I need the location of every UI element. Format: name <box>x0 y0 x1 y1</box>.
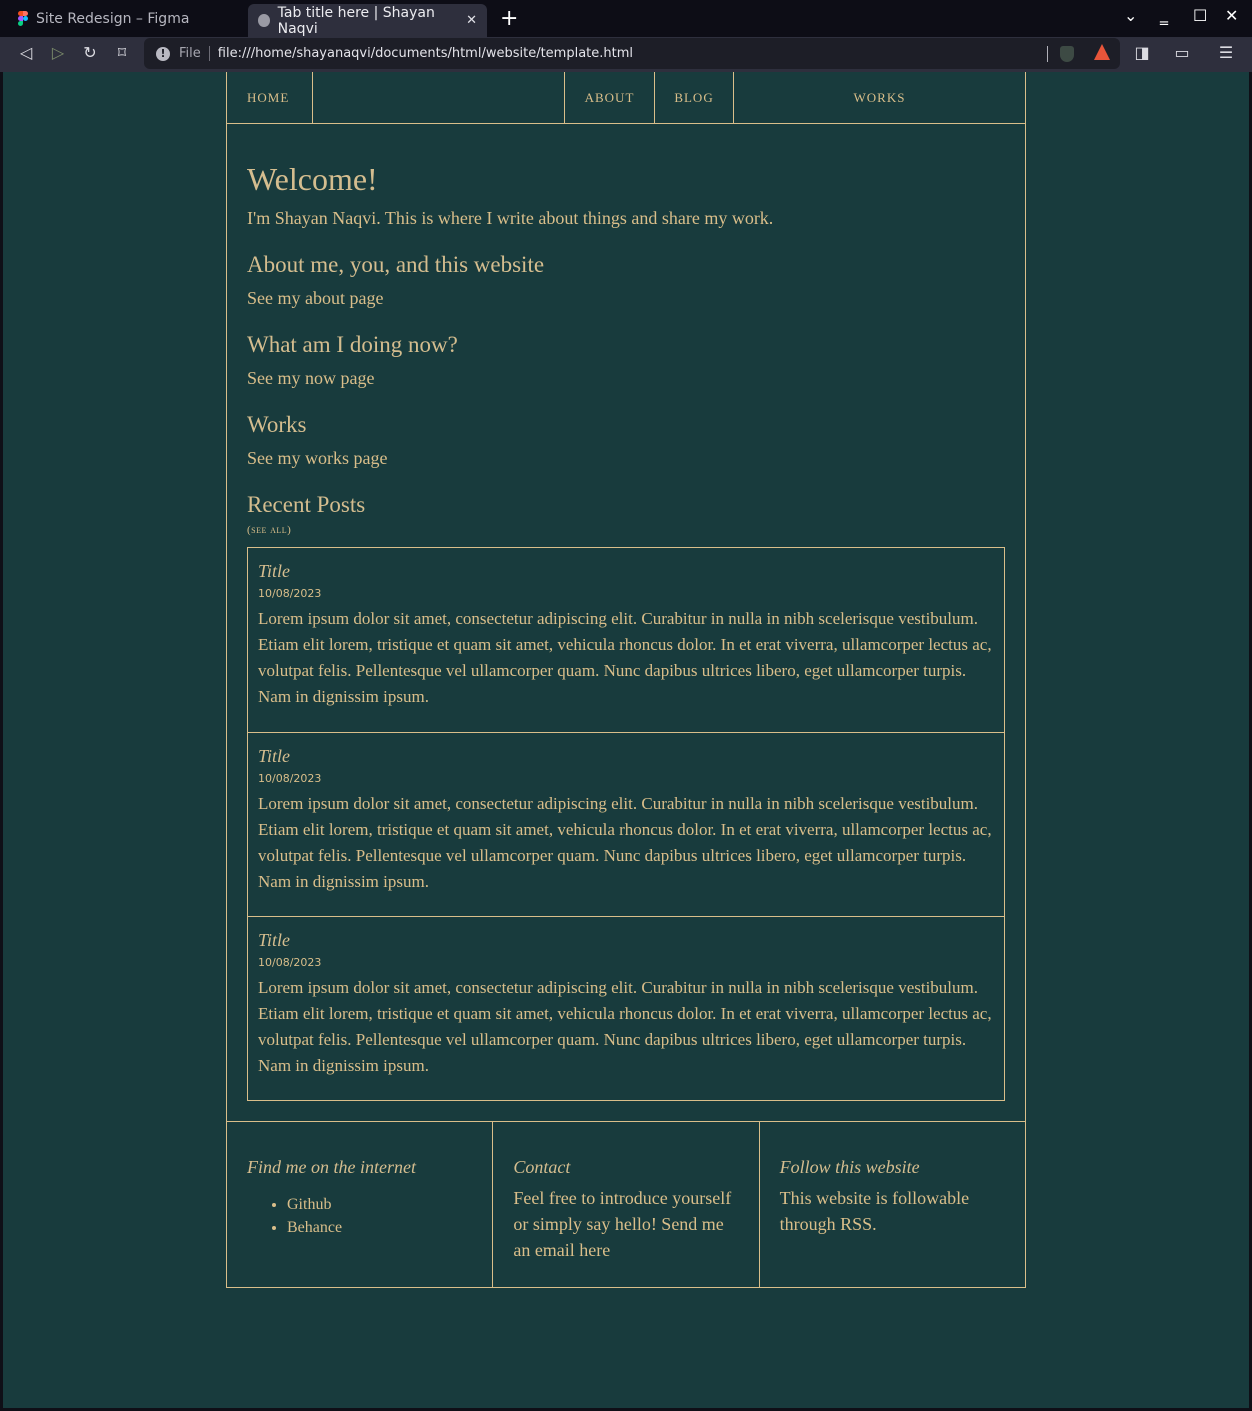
section-heading-works: Works <box>247 412 307 437</box>
address-bar-divider <box>1047 46 1048 62</box>
post-date: 10/08/2023 <box>258 587 322 600</box>
tab-figma[interactable]: Site Redesign – Figma <box>8 5 238 33</box>
social-links: Github Behance <box>247 1193 472 1239</box>
post-item: Title 10/08/2023 Lorem ipsum dolor sit a… <box>248 732 1004 916</box>
post-date: 10/08/2023 <box>258 772 322 785</box>
site-footer: Find me on the internet Github Behance C… <box>226 1121 1026 1288</box>
brave-shields-icon[interactable] <box>1060 46 1074 62</box>
page-title: Welcome! <box>247 161 378 197</box>
tab-site[interactable]: Tab title here | Shayan Naqvi ✕ <box>248 4 487 37</box>
works-page-link[interactable]: See my works page <box>247 446 1005 470</box>
social-link-item: Github <box>287 1193 472 1216</box>
wallet-icon[interactable]: ▭ <box>1171 43 1193 62</box>
forward-icon[interactable]: ▷ <box>47 43 69 62</box>
nav-spacer <box>313 72 565 123</box>
bookmark-icon[interactable]: ⌑ <box>111 43 133 62</box>
see-all-posts-link[interactable]: (see all) <box>247 524 1005 536</box>
browser-tab-bar: Site Redesign – Figma Tab title here | S… <box>0 0 1252 37</box>
section-heading-now: What am I doing now? <box>247 332 458 357</box>
nav-about[interactable]: ABOUT <box>565 72 655 123</box>
footer-internet-heading: Find me on the internet <box>247 1157 416 1177</box>
tab-title: Site Redesign – Figma <box>36 11 190 27</box>
github-link[interactable]: Github <box>287 1196 331 1213</box>
social-link-item: Behance <box>287 1216 472 1239</box>
minimize-icon[interactable]: ‗ <box>1160 6 1168 25</box>
recent-posts-heading: Recent Posts <box>247 492 366 517</box>
plus-icon[interactable]: + <box>500 6 518 31</box>
post-item: Title 10/08/2023 Lorem ipsum dolor sit a… <box>248 548 1004 732</box>
nav-blog[interactable]: BLOG <box>655 72 734 123</box>
info-icon[interactable]: ! <box>156 46 170 61</box>
brave-rewards-icon[interactable] <box>1094 44 1110 60</box>
behance-link[interactable]: Behance <box>287 1219 342 1236</box>
tab-close-icon[interactable]: ✕ <box>466 13 477 28</box>
maximize-icon[interactable]: ☐ <box>1193 6 1207 25</box>
footer-internet: Find me on the internet Github Behance <box>227 1122 492 1287</box>
post-title[interactable]: Title <box>258 929 994 951</box>
post-excerpt: Lorem ipsum dolor sit amet, consectetur … <box>258 978 992 1075</box>
figma-icon <box>18 11 28 27</box>
url-text[interactable]: file:///home/shayanaqvi/documents/html/w… <box>218 46 633 61</box>
post-item: Title 10/08/2023 Lorem ipsum dolor sit a… <box>248 916 1004 1100</box>
page-viewport: HOME ABOUT BLOG WORKS Welcome! I'm Shaya… <box>3 72 1249 1408</box>
reload-icon[interactable]: ↻ <box>79 43 101 62</box>
back-icon[interactable]: ◁ <box>15 43 37 62</box>
address-bar[interactable]: ! File file:///home/shayanaqvi/documents… <box>144 38 1120 69</box>
footer-follow: Follow this website This website is foll… <box>758 1122 1025 1287</box>
about-page-link[interactable]: See my about page <box>247 286 1005 310</box>
browser-toolbar: ◁ ▷ ↻ ⌑ ! File file:///home/shayanaqvi/d… <box>0 37 1252 72</box>
site-container: HOME ABOUT BLOG WORKS Welcome! I'm Shaya… <box>226 72 1026 1288</box>
post-excerpt: Lorem ipsum dolor sit amet, consectetur … <box>258 609 992 706</box>
posts-list: Title 10/08/2023 Lorem ipsum dolor sit a… <box>247 547 1005 1101</box>
footer-contact-heading: Contact <box>513 1157 571 1177</box>
footer-contact: Contact Feel free to introduce yourself … <box>492 1122 758 1287</box>
section-heading-about: About me, you, and this website <box>247 252 545 277</box>
chevron-down-icon[interactable]: ⌄ <box>1124 6 1137 25</box>
menu-icon[interactable]: ☰ <box>1215 43 1237 62</box>
post-title[interactable]: Title <box>258 745 994 767</box>
post-title[interactable]: Title <box>258 560 994 582</box>
nav-home[interactable]: HOME <box>227 72 313 123</box>
footer-follow-text[interactable]: This website is followable through RSS. <box>780 1185 1005 1237</box>
close-icon[interactable]: ✕ <box>1225 6 1238 25</box>
post-date: 10/08/2023 <box>258 956 322 969</box>
now-page-link[interactable]: See my now page <box>247 366 1005 390</box>
nav-works[interactable]: WORKS <box>734 72 1025 123</box>
url-scheme-label: File <box>179 46 210 61</box>
intro-text: I'm Shayan Naqvi. This is where I write … <box>247 208 774 228</box>
sidebar-icon[interactable]: ◨ <box>1131 43 1153 62</box>
footer-contact-text[interactable]: Feel free to introduce yourself or simpl… <box>513 1185 738 1263</box>
post-excerpt: Lorem ipsum dolor sit amet, consectetur … <box>258 794 992 891</box>
site-nav: HOME ABOUT BLOG WORKS <box>226 72 1026 124</box>
main-content: Welcome! I'm Shayan Naqvi. This is where… <box>226 124 1026 1121</box>
footer-follow-heading: Follow this website <box>779 1157 920 1177</box>
tab-title: Tab title here | Shayan Naqvi <box>277 4 435 37</box>
globe-icon <box>258 14 270 27</box>
